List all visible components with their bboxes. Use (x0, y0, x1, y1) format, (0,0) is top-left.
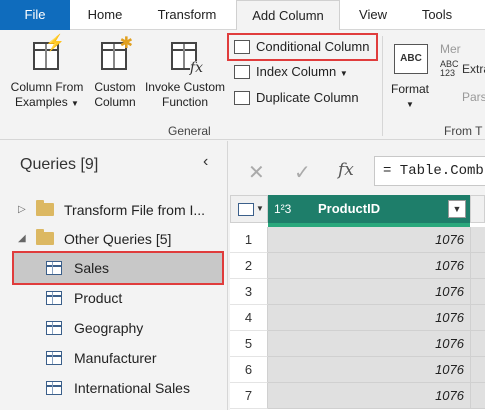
table-cell[interactable]: 1076 (268, 383, 470, 409)
invoke-function-icon: fx (167, 36, 203, 76)
tab-tools[interactable]: Tools (404, 0, 470, 30)
table-cell[interactable] (470, 227, 485, 253)
column-header-productid[interactable]: 1²3 ProductID ▼ (268, 195, 470, 223)
custom-column-icon: ✱ (97, 36, 133, 76)
selected-query-highlight (12, 251, 224, 285)
table-row: 7 1076 (230, 383, 485, 409)
query-label: International Sales (74, 380, 190, 396)
folder-icon (36, 200, 54, 216)
extract-button[interactable]: Extra (462, 62, 485, 76)
table-icon (46, 351, 62, 365)
table-cell[interactable] (470, 383, 485, 409)
table-icon (46, 261, 62, 275)
invoke-custom-function-label-2: Function (161, 95, 209, 109)
table-cell[interactable] (470, 305, 485, 331)
column-from-examples-label-1: Column From (10, 80, 84, 94)
row-number: 3 (230, 279, 268, 305)
merge-columns-button[interactable]: Mer (440, 42, 461, 56)
table-cell[interactable]: 1076 (268, 279, 470, 305)
abc123-icon: ABC 123 (440, 59, 459, 78)
table-cell[interactable]: 1076 (268, 357, 470, 383)
tab-add-column[interactable]: Add Column (236, 0, 340, 31)
custom-column-button[interactable]: ✱ Custom Column (90, 36, 140, 110)
duplicate-column-label: Duplicate Column (256, 90, 359, 105)
row-number: 2 (230, 253, 268, 279)
tab-view[interactable]: View (344, 0, 402, 30)
tab-transform[interactable]: Transform (142, 0, 232, 30)
query-label: Manufacturer (74, 350, 157, 366)
invoke-custom-function-label-1: Invoke Custom (144, 80, 226, 94)
from-text-group-label: From T (444, 124, 483, 138)
index-column-button[interactable]: Index Column ▼ (232, 61, 348, 83)
query-label: Product (74, 290, 123, 306)
custom-column-label-2: Column (94, 95, 136, 109)
query-group-label: Other Queries [5] (64, 231, 172, 247)
format-label: Format (390, 82, 429, 96)
index-column-icon (234, 65, 250, 79)
cancel-icon[interactable]: ✕ (248, 160, 265, 185)
table-cell[interactable] (470, 357, 485, 383)
general-group-label: General (168, 124, 211, 138)
query-group-label: Transform File from I... (64, 202, 206, 218)
queries-title: Queries [9] (20, 156, 99, 173)
data-grid: ▼ 1²3 ProductID ▼ 1 1076 2 1076 3 1076 4… (230, 195, 485, 410)
formula-bar: ✕ ✓ fx = Table.Comb (230, 152, 485, 190)
collapse-panel-icon[interactable]: ‹ (203, 153, 208, 171)
table-cell[interactable] (470, 331, 485, 357)
query-label: Geography (74, 320, 144, 336)
column-from-examples-icon: ⚡ (29, 36, 65, 76)
confirm-icon[interactable]: ✓ (294, 160, 311, 185)
parse-button[interactable]: Pars (462, 90, 485, 104)
table-row: 1 1076 (230, 227, 485, 253)
duplicate-column-icon (234, 91, 250, 105)
folder-icon (36, 229, 54, 245)
format-button[interactable]: Format ▼ (388, 82, 432, 112)
table-icon (46, 291, 62, 305)
query-label: Sales (74, 260, 110, 276)
row-number: 5 (230, 331, 268, 357)
row-number: 1 (230, 227, 268, 253)
chevron-down-icon: ◢ (18, 233, 26, 244)
tab-file[interactable]: File (0, 0, 70, 30)
format-icon: ABC (394, 44, 428, 74)
chevron-right-icon: ▷ (18, 204, 26, 215)
table-cell[interactable]: 1076 (268, 227, 470, 253)
next-column-header[interactable] (470, 195, 485, 223)
invoke-custom-function-button[interactable]: fx Invoke Custom Function (141, 36, 229, 110)
conditional-column-highlight (227, 33, 378, 61)
filter-dropdown-icon[interactable]: ▼ (448, 200, 466, 218)
index-column-dropdown-icon: ▼ (339, 69, 348, 78)
index-column-label: Index Column (256, 64, 337, 79)
queries-panel: Queries [9] ‹ ▷ Transform File from I...… (0, 141, 228, 410)
duplicate-column-button[interactable]: Duplicate Column (232, 87, 359, 109)
formula-input[interactable]: = Table.Comb (374, 156, 485, 186)
table-menu-icon[interactable]: ▼ (230, 195, 268, 223)
fx-icon[interactable]: fx (338, 160, 354, 180)
row-number: 6 (230, 357, 268, 383)
ribbon-tab-bar: File Home Transform Add Column View Tool… (0, 0, 485, 31)
grid-header: ▼ 1²3 ProductID ▼ (230, 195, 485, 223)
column-from-examples-button[interactable]: ⚡ Column From Examples ▼ (6, 36, 88, 111)
table-cell[interactable] (470, 253, 485, 279)
custom-column-label-1: Custom (94, 80, 136, 94)
table-cell[interactable] (470, 279, 485, 305)
column-from-examples-label-2: Examples ▼ (15, 95, 79, 109)
table-icon (46, 321, 62, 335)
table-cell[interactable]: 1076 (268, 305, 470, 331)
ribbon-separator (382, 36, 383, 136)
row-number: 7 (230, 383, 268, 409)
format-dropdown-icon: ▼ (406, 100, 414, 109)
table-row: 2 1076 (230, 253, 485, 279)
table-row: 5 1076 (230, 331, 485, 357)
table-icon (46, 381, 62, 395)
row-number: 4 (230, 305, 268, 331)
table-row: 4 1076 (230, 305, 485, 331)
table-cell[interactable]: 1076 (268, 331, 470, 357)
table-row: 6 1076 (230, 357, 485, 383)
column-header-label: ProductID (318, 201, 381, 216)
table-row: 3 1076 (230, 279, 485, 305)
tab-home[interactable]: Home (70, 0, 140, 30)
table-cell[interactable]: 1076 (268, 253, 470, 279)
whole-number-type-icon[interactable]: 1²3 (274, 195, 291, 223)
